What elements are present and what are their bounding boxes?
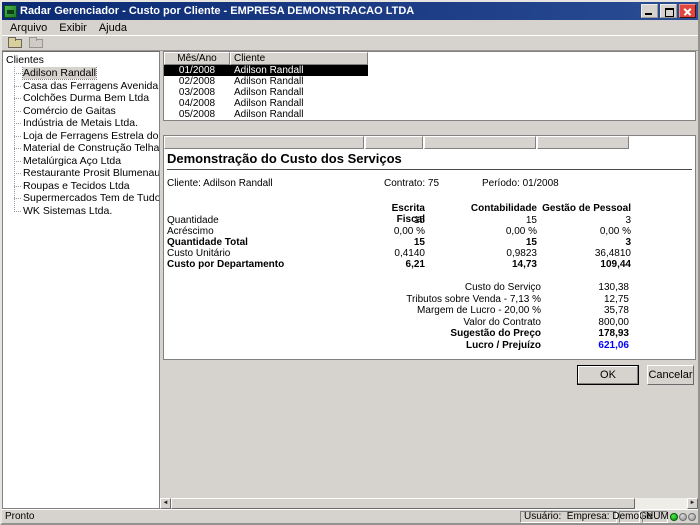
toolbar [2, 35, 698, 51]
tree-item[interactable]: Casa das Ferragens Avenida Ltda. [8, 80, 159, 93]
detail-header-row: Escrita Fiscal Contabilidade Gestão de P… [167, 203, 695, 215]
status-bar: Pronto Usuário: Empresa: DemoGe NUM [2, 509, 698, 523]
summary-row-margem-lucro: Margem de Lucro - 20,00 % 35,78 [167, 305, 695, 317]
report-period: Período: 01/2008 [482, 178, 559, 189]
grid-row-03-2008[interactable]: 03/2008 Adilson Randall [164, 87, 695, 98]
grid-row-02-2008[interactable]: 02/2008 Adilson Randall [164, 76, 695, 87]
grid-row-04-2008[interactable]: 04/2008 Adilson Randall [164, 98, 695, 109]
detail-row-quantidade: Quantidade 15 15 3 [167, 215, 695, 226]
window-title: Radar Gerenciador - Custo por Cliente - … [20, 5, 638, 17]
cost-detail-table: Escrita Fiscal Contabilidade Gestão de P… [167, 203, 695, 270]
status-user-info: Usuário: Empresa: DemoGe [520, 511, 617, 523]
header-strip-cell [424, 136, 536, 149]
tree-item[interactable]: Loja de Ferragens Estrela do Sul Ltda. [8, 130, 159, 143]
scroll-right-arrow-icon[interactable]: ► [687, 498, 698, 509]
title-bar[interactable]: Radar Gerenciador - Custo por Cliente - … [2, 2, 698, 20]
summary-row-valor-contrato: Valor do Contrato 800,00 [167, 317, 695, 329]
status-led-grey-icon [679, 513, 687, 521]
tree-item[interactable]: Material de Construção Telha Firme Ltda. [8, 142, 159, 155]
cost-summary-table: Custo do Serviço 130,38 Tributos sobre V… [167, 282, 695, 351]
report-client: Cliente: Adilson Randall [167, 178, 273, 189]
app-icon [4, 5, 17, 18]
scroll-left-arrow-icon[interactable]: ◄ [160, 498, 171, 509]
cancel-button[interactable]: Cancelar [647, 365, 694, 385]
client-tree: Clientes Adilson Randall Casa das Ferrag… [2, 51, 160, 509]
ok-button[interactable]: OK [577, 365, 639, 385]
status-num-lock: NUM [642, 511, 668, 523]
detail-row-quantidade-total: Quantidade Total 15 15 3 [167, 237, 695, 248]
column-header-cliente[interactable]: Cliente [230, 52, 368, 65]
closed-folder-icon [27, 36, 45, 50]
tree-item[interactable]: Indústria de Metais Ltda. [8, 117, 159, 130]
header-strip-cell [365, 136, 423, 149]
status-led-grey-icon [688, 513, 696, 521]
tree-item[interactable]: Metalúrgica Aço Ltda [8, 155, 159, 168]
status-led-green-icon [670, 513, 678, 521]
app-window: Radar Gerenciador - Custo por Cliente - … [0, 0, 700, 525]
menu-exibir[interactable]: Exibir [53, 21, 93, 35]
right-pane: Mês/Ano Cliente 01/2008 Adilson Randall … [160, 51, 698, 509]
tree-root-clientes[interactable]: Clientes [6, 54, 159, 66]
report-panel: Demonstração do Custo dos Serviços Clien… [163, 135, 696, 360]
summary-row-custo-servico: Custo do Serviço 130,38 [167, 282, 695, 294]
menu-ajuda[interactable]: Ajuda [93, 21, 133, 35]
column-header-mes-ano[interactable]: Mês/Ano [164, 52, 230, 65]
header-strip-cell [164, 136, 364, 149]
tree-item[interactable]: Comércio de Gaitas [8, 105, 159, 118]
menu-bar: Arquivo Exibir Ajuda [2, 20, 698, 35]
report-header-strip [164, 136, 695, 149]
tree-item[interactable]: Supermercados Tem de Tudo Ltda. [8, 192, 159, 205]
header-strip-cell [537, 136, 629, 149]
tree-item[interactable]: Restaurante Prosit Blumenau Ltda. [8, 167, 159, 180]
report-title: Demonstração do Custo dos Serviços [167, 149, 692, 170]
tree-item[interactable]: Colchões Durma Bem Ltda [8, 92, 159, 105]
open-folder-icon[interactable] [6, 36, 24, 50]
restore-button[interactable] [660, 4, 677, 18]
grid-row-01-2008[interactable]: 01/2008 Adilson Randall [164, 65, 368, 76]
status-empty-panel [619, 511, 640, 523]
summary-row-sugestao-preco: Sugestão do Preço 178,93 [167, 328, 695, 340]
grid-row-05-2008[interactable]: 05/2008 Adilson Randall [164, 109, 695, 120]
status-message: Pronto [5, 511, 518, 522]
detail-row-custo-unitario: Custo Unitário 0,4140 0,9823 36,4810 [167, 248, 695, 259]
menu-arquivo[interactable]: Arquivo [4, 21, 53, 35]
report-contract: Contrato: 75 [384, 178, 439, 189]
scrollbar-thumb[interactable] [171, 498, 635, 509]
minimize-button[interactable] [641, 4, 658, 18]
horizontal-scrollbar[interactable]: ◄ ► [160, 498, 698, 509]
detail-row-custo-departamento: Custo por Departamento 6,21 14,73 109,44 [167, 259, 695, 270]
summary-row-lucro-prejuizo: Lucro / Prejuízo 621,06 [167, 340, 695, 352]
tree-item[interactable]: WK Sistemas Ltda. [8, 205, 159, 218]
tree-item[interactable]: Roupas e Tecidos Ltda [8, 180, 159, 193]
tree-item-adilson-randall[interactable]: Adilson Randall [8, 67, 159, 80]
detail-row-acrescimo: Acréscimo 0,00 % 0,00 % 0,00 % [167, 226, 695, 237]
summary-row-tributos: Tributos sobre Venda - 7,13 % 12,75 [167, 294, 695, 306]
close-button[interactable] [679, 4, 696, 18]
period-grid: Mês/Ano Cliente 01/2008 Adilson Randall … [163, 51, 696, 121]
